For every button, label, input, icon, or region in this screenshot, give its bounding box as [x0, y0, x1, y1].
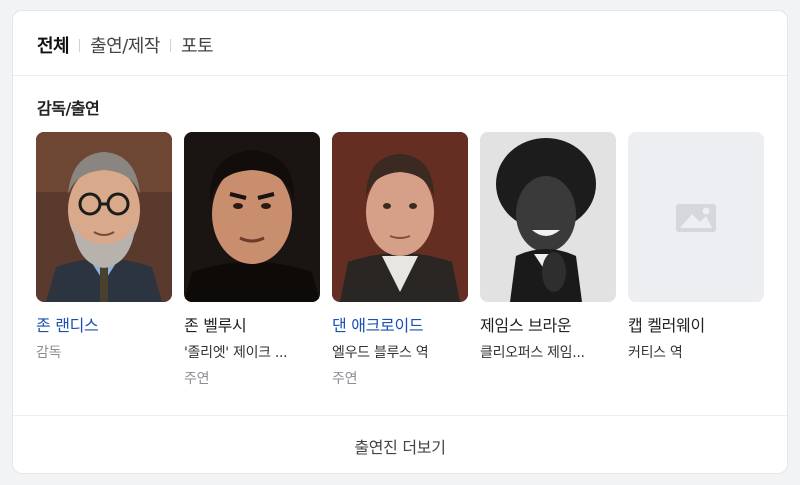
person-photo[interactable]	[36, 132, 172, 302]
tab-cast-crew[interactable]: 출연/제작	[90, 32, 160, 58]
dan-aykroyd-portrait	[332, 132, 468, 302]
john-belushi-portrait	[184, 132, 320, 302]
image-placeholder-icon	[628, 132, 764, 302]
person-photo[interactable]	[628, 132, 764, 302]
person-card[interactable]: 존 벨루시 '졸리엣' 제이크 ... 주연	[184, 132, 320, 388]
cast-card: 전체 출연/제작 포토 감독/출연 존 랜디스 감독 존 벨루시 '졸리엣' 제…	[12, 10, 788, 474]
person-role: 커티스 역	[628, 345, 683, 361]
person-photo[interactable]	[184, 132, 320, 302]
tab-separator	[79, 38, 81, 52]
john-landis-portrait	[36, 132, 172, 302]
person-billing: 주연	[332, 371, 358, 387]
person-card[interactable]: 댄 애크로이드 엘우드 블루스 역 주연	[332, 132, 468, 388]
person-card[interactable]: 제임스 브라운 클리오퍼스 제임...	[480, 132, 616, 388]
tab-photos[interactable]: 포토	[181, 32, 214, 58]
person-name[interactable]: 댄 애크로이드	[332, 312, 468, 336]
person-role: 클리오퍼스 제임...	[480, 345, 585, 361]
people-list: 존 랜디스 감독 존 벨루시 '졸리엣' 제이크 ... 주연 댄 애크로이드 …	[36, 132, 776, 388]
person-name[interactable]: 제임스 브라운	[480, 312, 616, 336]
tab-all[interactable]: 전체	[37, 32, 70, 58]
james-brown-portrait	[480, 132, 616, 302]
person-role: '졸리엣' 제이크 ...	[184, 345, 288, 361]
person-role: 감독	[36, 345, 62, 361]
person-photo[interactable]	[332, 132, 468, 302]
person-name[interactable]: 존 랜디스	[36, 312, 172, 336]
person-card[interactable]: 캡 켈러웨이 커티스 역	[628, 132, 764, 388]
person-name[interactable]: 존 벨루시	[184, 312, 320, 336]
divider	[13, 75, 787, 76]
person-role: 엘우드 블루스 역	[332, 345, 429, 361]
section-title: 감독/출연	[37, 99, 100, 118]
person-name[interactable]: 캡 켈러웨이	[628, 312, 764, 336]
person-photo[interactable]	[480, 132, 616, 302]
tab-bar: 전체 출연/제작 포토	[37, 32, 214, 58]
person-card[interactable]: 존 랜디스 감독	[36, 132, 172, 388]
tab-separator	[169, 38, 171, 52]
person-billing: 주연	[184, 371, 210, 387]
more-cast-button[interactable]: 출연진 더보기	[13, 416, 787, 473]
